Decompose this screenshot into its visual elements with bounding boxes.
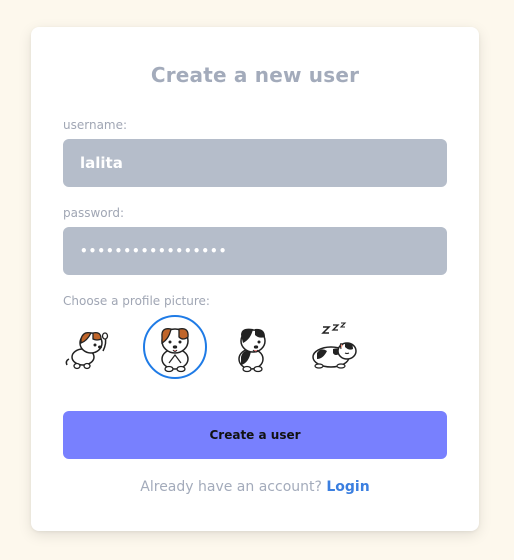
login-prompt-text: Already have an account? xyxy=(140,479,322,495)
username-value: lalita xyxy=(80,154,123,172)
avatar-option-3[interactable] xyxy=(221,315,285,379)
black-white-dog-icon xyxy=(238,328,266,373)
login-prompt: Already have an account? Login xyxy=(31,479,479,495)
password-input[interactable]: ••••••••••••••••• xyxy=(63,227,447,275)
username-input[interactable]: lalita xyxy=(63,139,447,187)
profile-picture-label: Choose a profile picture: xyxy=(63,294,210,308)
dog-sitting-icon xyxy=(161,328,189,373)
avatar-picker xyxy=(63,315,447,381)
dog-waving-icon xyxy=(65,331,109,370)
login-link[interactable]: Login xyxy=(326,479,369,495)
avatar-option-1[interactable] xyxy=(59,315,123,379)
avatar-option-2[interactable] xyxy=(143,315,207,379)
username-label: username: xyxy=(63,118,128,132)
password-label: password: xyxy=(63,206,125,220)
signup-card: Create a new user username: lalita passw… xyxy=(31,27,479,531)
sleeping-dog-icon xyxy=(312,322,357,369)
avatar-option-4[interactable] xyxy=(301,315,365,379)
page-title: Create a new user xyxy=(150,63,360,87)
password-value: ••••••••••••••••• xyxy=(80,244,228,258)
create-user-button[interactable]: Create a user xyxy=(63,411,447,459)
